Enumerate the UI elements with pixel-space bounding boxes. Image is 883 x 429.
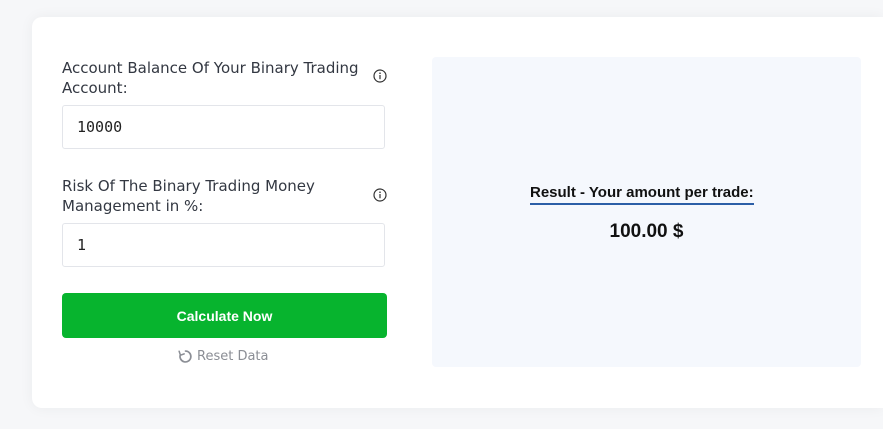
result-value: 100.00 $ <box>609 221 684 242</box>
result-panel: Result - Your amount per trade: 100.00 $ <box>432 57 861 367</box>
result-label: Result - Your amount per trade: <box>530 184 754 205</box>
risk-label: Risk Of The Binary Trading Money Managem… <box>62 177 315 215</box>
reset-data-link[interactable]: Reset Data <box>178 349 269 364</box>
calculator-card: Account Balance Of Your Binary Trading A… <box>32 17 883 408</box>
risk-info-icon[interactable] <box>373 188 387 202</box>
risk-input[interactable] <box>63 224 384 266</box>
risk-input-box <box>62 223 385 267</box>
balance-input-box <box>62 105 385 149</box>
calculate-now-button[interactable]: Calculate Now <box>62 293 387 338</box>
balance-info-icon[interactable] <box>373 69 387 83</box>
balance-label: Account Balance Of Your Binary Trading A… <box>62 59 359 97</box>
balance-input[interactable] <box>63 106 384 148</box>
refresh-icon <box>178 350 192 363</box>
reset-data-label: Reset Data <box>197 349 269 364</box>
